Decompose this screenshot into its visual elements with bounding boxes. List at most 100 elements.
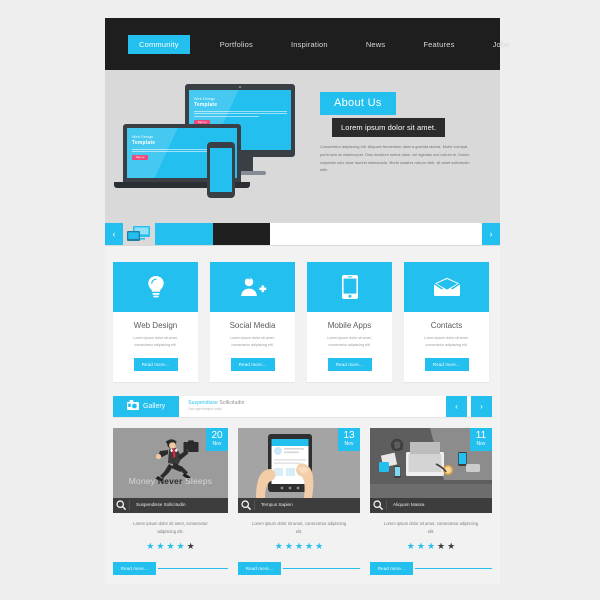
gallery-bar: Gallery Suspendisse Sollicitudin Duis eg… (113, 395, 492, 417)
post-footer: Read more... (113, 561, 228, 575)
star-icon: ★ (284, 540, 293, 551)
website-mockup: Community Portfolios Inspiration News Fe… (105, 18, 509, 584)
laptop-screen-subtitle: Web Design (132, 135, 154, 139)
star-icon: ★ (447, 540, 456, 551)
blog-posts-section: 20 Nov Money Never Sleeps Suspendisse So… (105, 417, 500, 575)
post-caption-bar: Aliquam Massa (370, 497, 492, 513)
monitor-screen-textlines (194, 111, 287, 117)
service-card-text: Lorem ipsum dolor sit amet, consectetur … (133, 336, 178, 347)
gallery-title-rest: Sollicitudin (217, 399, 245, 406)
gallery-subtitle: Duis eget semper turpis (188, 407, 222, 412)
post-excerpt: Lorem ipsum dolor sit amet, consectetur … (251, 520, 347, 534)
search-icon[interactable] (370, 500, 386, 511)
search-icon[interactable] (113, 500, 129, 511)
nav-item-portfolios[interactable]: Portfolios (212, 35, 261, 54)
hero-copy: About Us Lorem ipsum dolor sit amet. Con… (320, 92, 480, 175)
post-read-more-button[interactable]: Read more... (238, 561, 281, 575)
post-excerpt: Lorem ipsum dolor sit amet, consectetur … (383, 520, 479, 534)
post-read-more-button[interactable]: Read more... (370, 561, 413, 575)
art-text-2: Sleeps (182, 475, 213, 486)
post-date-badge: 20 Nov (206, 427, 228, 451)
service-card-title: Mobile Apps (327, 321, 372, 330)
post-caption-bar: Suspendisse Sollicitudin (113, 497, 228, 513)
post-date-badge: 13 Nov (338, 427, 360, 451)
gallery-prev-button[interactable]: ‹ (446, 395, 467, 417)
gallery-next-button[interactable]: › (471, 395, 492, 417)
smartphone-device (207, 142, 235, 198)
post-divider (283, 567, 360, 569)
post-image-desk-workspace: 11 Nov (370, 427, 492, 498)
star-icon: ★ (305, 540, 314, 551)
webcam-dot (238, 85, 242, 88)
service-card-text: Lorem ipsum dolor sit amet, consectetur … (327, 336, 372, 347)
nav-item-features[interactable]: Features (415, 35, 462, 54)
nav-item-inspiration[interactable]: Inspiration (283, 35, 336, 54)
post-caption-text: Suspendisse Sollicitudin (129, 500, 186, 511)
service-card-mobile-apps[interactable]: Mobile Apps Lorem ipsum dolor sit amet, … (307, 262, 392, 382)
service-read-more-button[interactable]: Read more... (327, 357, 372, 371)
art-text-1: Money (128, 475, 158, 486)
post-divider (158, 567, 228, 569)
post-card[interactable]: 11 Nov Aliquam Massa Lorem ipsum dolor s… (370, 427, 492, 575)
user-add-icon (210, 262, 295, 312)
star-icon: ★ (315, 540, 324, 551)
post-excerpt: Lorem ipsum dolor sit amet, consectetur … (133, 520, 208, 534)
gallery-title: Suspendisse Sollicitudin (188, 400, 442, 406)
service-card-social-media[interactable]: Social Media Lorem ipsum dolor sit amet,… (210, 262, 295, 382)
star-icon: ★ (416, 540, 425, 551)
nav-item-news[interactable]: News (358, 35, 394, 54)
slider-thumb-2[interactable] (213, 223, 270, 245)
service-card-text: Lorem ipsum dolor sit amet, consectetur … (424, 336, 469, 347)
post-date-month: Nov (344, 440, 354, 447)
post-footer: Read more... (238, 561, 360, 575)
post-date-month: Nov (212, 440, 222, 447)
lightbulb-icon (113, 262, 198, 312)
post-divider (415, 567, 492, 569)
post-read-more-button[interactable]: Read more... (113, 561, 156, 575)
nav-item-jobs[interactable]: Jobs (485, 35, 518, 54)
service-card-text: Lorem ipsum dolor sit amet, consectetur … (230, 336, 275, 347)
post-date-day: 20 (211, 429, 223, 441)
post-card[interactable]: 20 Nov Money Never Sleeps Suspendisse So… (113, 427, 228, 575)
post-caption-bar: Tempus Sapien (238, 497, 360, 513)
post-rating[interactable]: ★ ★ ★ ★ ★ (113, 540, 228, 551)
service-read-more-button[interactable]: Read more... (133, 357, 178, 371)
service-card-web-design[interactable]: Web Design Lorem ipsum dolor sit amet, c… (113, 262, 198, 382)
post-footer: Read more... (370, 561, 492, 575)
slider-prev-button[interactable]: ‹ (105, 223, 123, 245)
star-icon: ★ (294, 540, 304, 551)
post-caption-text: Tempus Sapien (254, 500, 293, 511)
star-icon: ★ (426, 540, 436, 551)
slider-thumb-3[interactable] (270, 223, 482, 245)
monitor-screen-subtitle: Web Design (194, 97, 216, 101)
service-read-more-button[interactable]: Read more... (424, 357, 469, 371)
post-card[interactable]: 13 Nov Tempus Sapien Lorem ipsum dolor s… (238, 427, 360, 575)
slider-thumbnails (155, 223, 482, 245)
star-icon: ★ (437, 540, 446, 551)
camera-icon (127, 400, 139, 412)
post-image-caption-art: Money Never Sleeps (113, 476, 228, 486)
slider-next-button[interactable]: › (482, 223, 500, 245)
service-read-more-button[interactable]: Read more... (230, 357, 275, 371)
post-caption-text: Aliquam Massa (386, 500, 424, 511)
gallery-title-accent: Suspendisse (188, 399, 218, 406)
star-icon: ★ (274, 540, 283, 551)
post-date-day: 11 (475, 429, 487, 441)
nav-item-community[interactable]: Community (128, 34, 190, 54)
device-mockup-illustration: Web Design Template Sign up Web Design T… (114, 84, 313, 204)
art-text-bold: Never (157, 475, 183, 486)
laptop-screen-button[interactable]: Sign up (132, 155, 148, 161)
post-image-money-never-sleeps: 20 Nov Money Never Sleeps (113, 427, 228, 498)
star-icon: ★ (166, 540, 175, 551)
post-rating[interactable]: ★ ★ ★ ★ ★ (370, 540, 492, 551)
service-card-contacts[interactable]: Contacts Lorem ipsum dolor sit amet, con… (404, 262, 489, 382)
star-icon: ★ (186, 540, 195, 551)
search-icon[interactable] (238, 500, 254, 511)
star-icon: ★ (146, 540, 155, 551)
star-icon: ★ (176, 540, 185, 551)
hero-section: Web Design Template Sign up Web Design T… (105, 70, 500, 222)
envelope-icon (404, 262, 489, 312)
gallery-label[interactable]: Gallery (113, 395, 180, 417)
slider-thumb-1[interactable] (155, 223, 213, 245)
post-rating[interactable]: ★ ★ ★ ★ ★ (238, 540, 360, 551)
